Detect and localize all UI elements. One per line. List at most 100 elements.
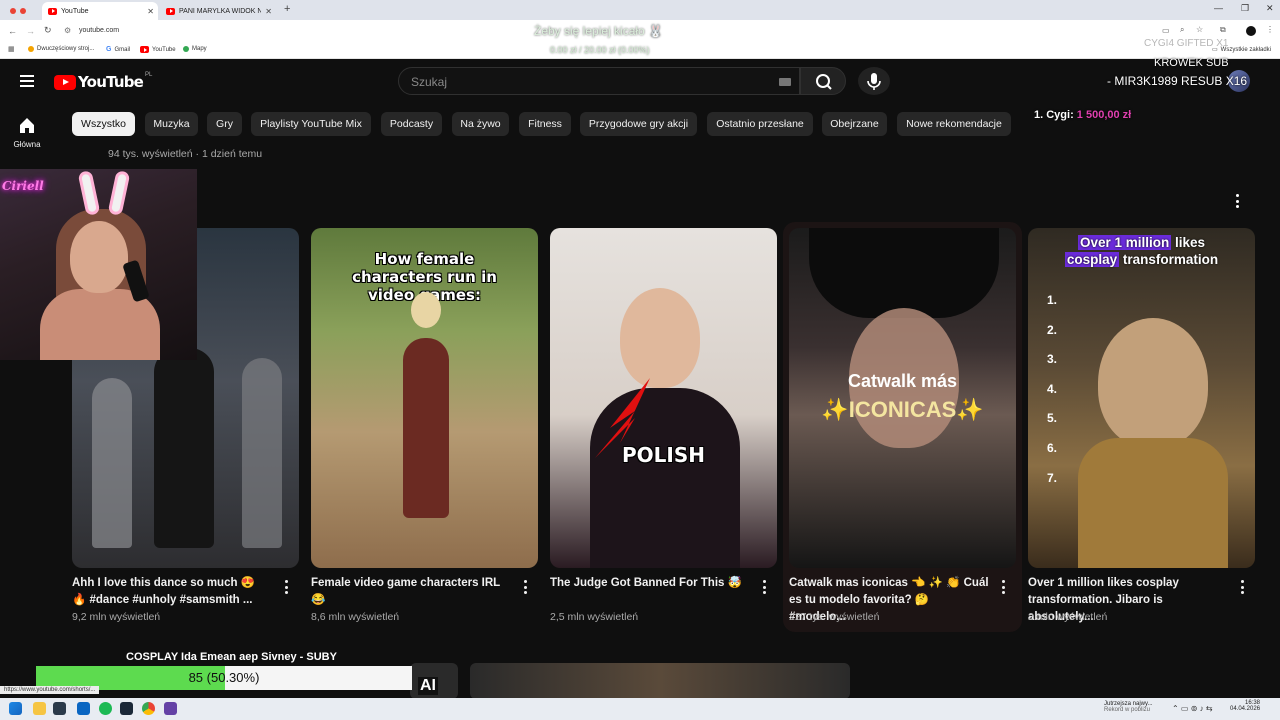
bookmark-item[interactable]: YouTube — [140, 46, 176, 53]
forward-icon[interactable]: → — [26, 26, 35, 36]
spotify-icon[interactable] — [99, 702, 112, 715]
store-icon[interactable] — [53, 702, 66, 715]
chip-live[interactable]: Na żywo — [452, 112, 509, 136]
chip-music[interactable]: Muzyka — [145, 112, 198, 136]
weather-widget[interactable]: Jutrzejsza najwy... Rekord w pobliżu — [1104, 701, 1153, 713]
browser-tab-bar: YouTube ✕ PANI MARYLKA WIDOK NA BUDO... … — [0, 0, 1280, 20]
jewelry-figure — [1078, 438, 1228, 568]
steam-icon[interactable] — [120, 702, 133, 715]
chrome-icon[interactable] — [142, 702, 155, 715]
extensions-icon[interactable]: ⧉ — [1220, 25, 1226, 35]
sub-overlay: KROWEK SUB — [1154, 57, 1229, 69]
app-icon[interactable] — [77, 702, 90, 715]
logo-country-code: PL — [145, 72, 153, 78]
overlay-text: likes — [1171, 235, 1206, 250]
short-title[interactable]: The Judge Got Banned For This 🤯 — [550, 575, 750, 592]
bookmark-label: Dwuczęściowy stroj... — [37, 46, 95, 52]
tab-label: YouTube — [61, 7, 89, 15]
hamburger-menu-icon[interactable] — [20, 75, 34, 87]
apps-icon[interactable]: ▦ — [8, 45, 15, 53]
more-options-icon[interactable] — [1241, 580, 1245, 594]
chip-all[interactable]: Wszystko — [72, 112, 135, 136]
chip-podcasts[interactable]: Podcasty — [381, 112, 442, 136]
search-placeholder: Szukaj — [411, 75, 448, 89]
profile-avatar[interactable] — [1246, 26, 1256, 36]
more-options-icon[interactable] — [763, 580, 767, 594]
short-views: 8,6 mln wyświetleń — [311, 611, 400, 623]
chip-mix-playlists[interactable]: Playlisty YouTube Mix — [251, 112, 371, 136]
partial-thumbnail[interactable] — [470, 663, 850, 699]
shorts-section-menu-icon[interactable] — [1236, 194, 1240, 208]
more-options-icon[interactable] — [1002, 580, 1006, 594]
neon-sign: Ciriell — [2, 179, 44, 193]
youtube-header: YouTube PL Szukaj — [0, 60, 1280, 106]
tray-icons[interactable]: ⌃ ▭ ⊚ ♪ ⇆ — [1172, 704, 1213, 713]
tab-youtube[interactable]: YouTube ✕ — [42, 2, 158, 20]
leaderboard-overlay: 1. Cygi: 1 500,00 zł — [1034, 109, 1131, 121]
chip-fitness[interactable]: Fitness — [519, 112, 571, 136]
list-number: 7. — [1047, 470, 1058, 485]
reload-icon[interactable]: ↻ — [44, 25, 52, 36]
search-input[interactable]: Szukaj — [398, 67, 800, 95]
sidebar-item-home[interactable]: Główna — [0, 116, 54, 160]
tab-pani-marylka[interactable]: PANI MARYLKA WIDOK NA BUDO... ✕ — [160, 2, 276, 20]
minimize-button[interactable]: — — [1214, 3, 1223, 13]
short-views: 9,2 mln wyświetleń — [72, 611, 161, 623]
chip-new-recommendations[interactable]: Nowe rekomendacje — [897, 112, 1011, 136]
bookmark-label: Mapy — [192, 46, 207, 52]
windows-start-icon[interactable] — [9, 702, 22, 715]
pinned-tabs[interactable] — [4, 2, 38, 20]
clock-date: 04.04.2026 — [1230, 706, 1261, 712]
close-icon[interactable]: ✕ — [147, 7, 158, 16]
more-options-icon[interactable] — [285, 580, 289, 594]
goal-title-overlay: Żeby się lepiej kicało 🐰 — [534, 24, 663, 38]
gmail-icon — [10, 8, 16, 14]
thumbnail-overlay-text: Over 1 million likes cosplay transformat… — [1028, 234, 1255, 268]
maximize-button[interactable]: ❐ — [1241, 3, 1249, 14]
more-options-icon[interactable] — [524, 580, 528, 594]
bookmark-item[interactable]: Mapy — [183, 46, 207, 52]
site-info-icon[interactable]: ⚙ — [64, 26, 71, 35]
bookmark-item[interactable]: Dwuczęściowy stroj... — [28, 46, 94, 52]
cast-icon[interactable]: ▭ — [1162, 26, 1170, 35]
short-card[interactable]: Catwalk más ✨ICONICAS✨ Catwalk mas iconi… — [783, 222, 1022, 632]
short-title[interactable]: Ahh I love this dance so much 😍 🔥 #dance… — [72, 575, 272, 609]
short-thumbnail[interactable]: POLISH — [550, 228, 777, 568]
dancer-figure — [92, 378, 132, 548]
search-icon — [816, 74, 832, 90]
keyboard-icon[interactable] — [779, 78, 791, 86]
short-thumbnail[interactable]: Catwalk más ✨ICONICAS✨ — [789, 228, 1016, 568]
bunny-ear-right — [107, 170, 131, 216]
clock[interactable]: 16:38 04.04.2026 — [1230, 700, 1260, 712]
voice-search-button[interactable] — [858, 67, 890, 95]
partial-thumbnail[interactable]: AI — [410, 663, 458, 699]
short-thumbnail[interactable]: Over 1 million likes cosplay transformat… — [1028, 228, 1255, 568]
url-field[interactable]: youtube.com — [79, 27, 119, 34]
short-thumbnail[interactable]: How female characters run in video games… — [311, 228, 538, 568]
zoom-icon[interactable]: ⌕ — [1180, 25, 1184, 35]
search-button[interactable] — [800, 67, 846, 95]
dancer-figure — [154, 348, 214, 548]
cap-figure — [809, 228, 999, 318]
dancer-figure — [242, 358, 282, 548]
previous-video-meta: 94 tys. wyświetleń · 1 dzień temu — [108, 148, 263, 160]
thumbnail-overlay-text: Catwalk más — [847, 371, 958, 391]
maps-icon — [183, 46, 189, 52]
new-tab-button[interactable]: + — [284, 3, 290, 15]
close-window-button[interactable]: ✕ — [1266, 3, 1274, 14]
menu-icon[interactable]: ⋮ — [1266, 25, 1274, 34]
close-icon[interactable]: ✕ — [265, 7, 276, 16]
microphone-icon — [867, 73, 881, 90]
short-title[interactable]: Female video game characters IRL 😂 — [311, 575, 511, 609]
chip-recently-uploaded[interactable]: Ostatnio przesłane — [707, 112, 813, 136]
bookmark-star-icon[interactable]: ☆ — [1196, 25, 1203, 34]
bookmark-item[interactable]: G Gmail — [106, 46, 130, 53]
file-explorer-icon[interactable] — [33, 702, 46, 715]
chip-watched[interactable]: Obejrzane — [822, 112, 887, 136]
back-icon[interactable]: ← — [8, 26, 17, 36]
chip-action-adventure[interactable]: Przygodowe gry akcji — [580, 112, 697, 136]
youtube-logo[interactable]: YouTube PL — [54, 72, 153, 91]
chip-games[interactable]: Gry — [207, 112, 242, 136]
list-number: 4. — [1047, 381, 1058, 396]
app-icon[interactable] — [164, 702, 177, 715]
